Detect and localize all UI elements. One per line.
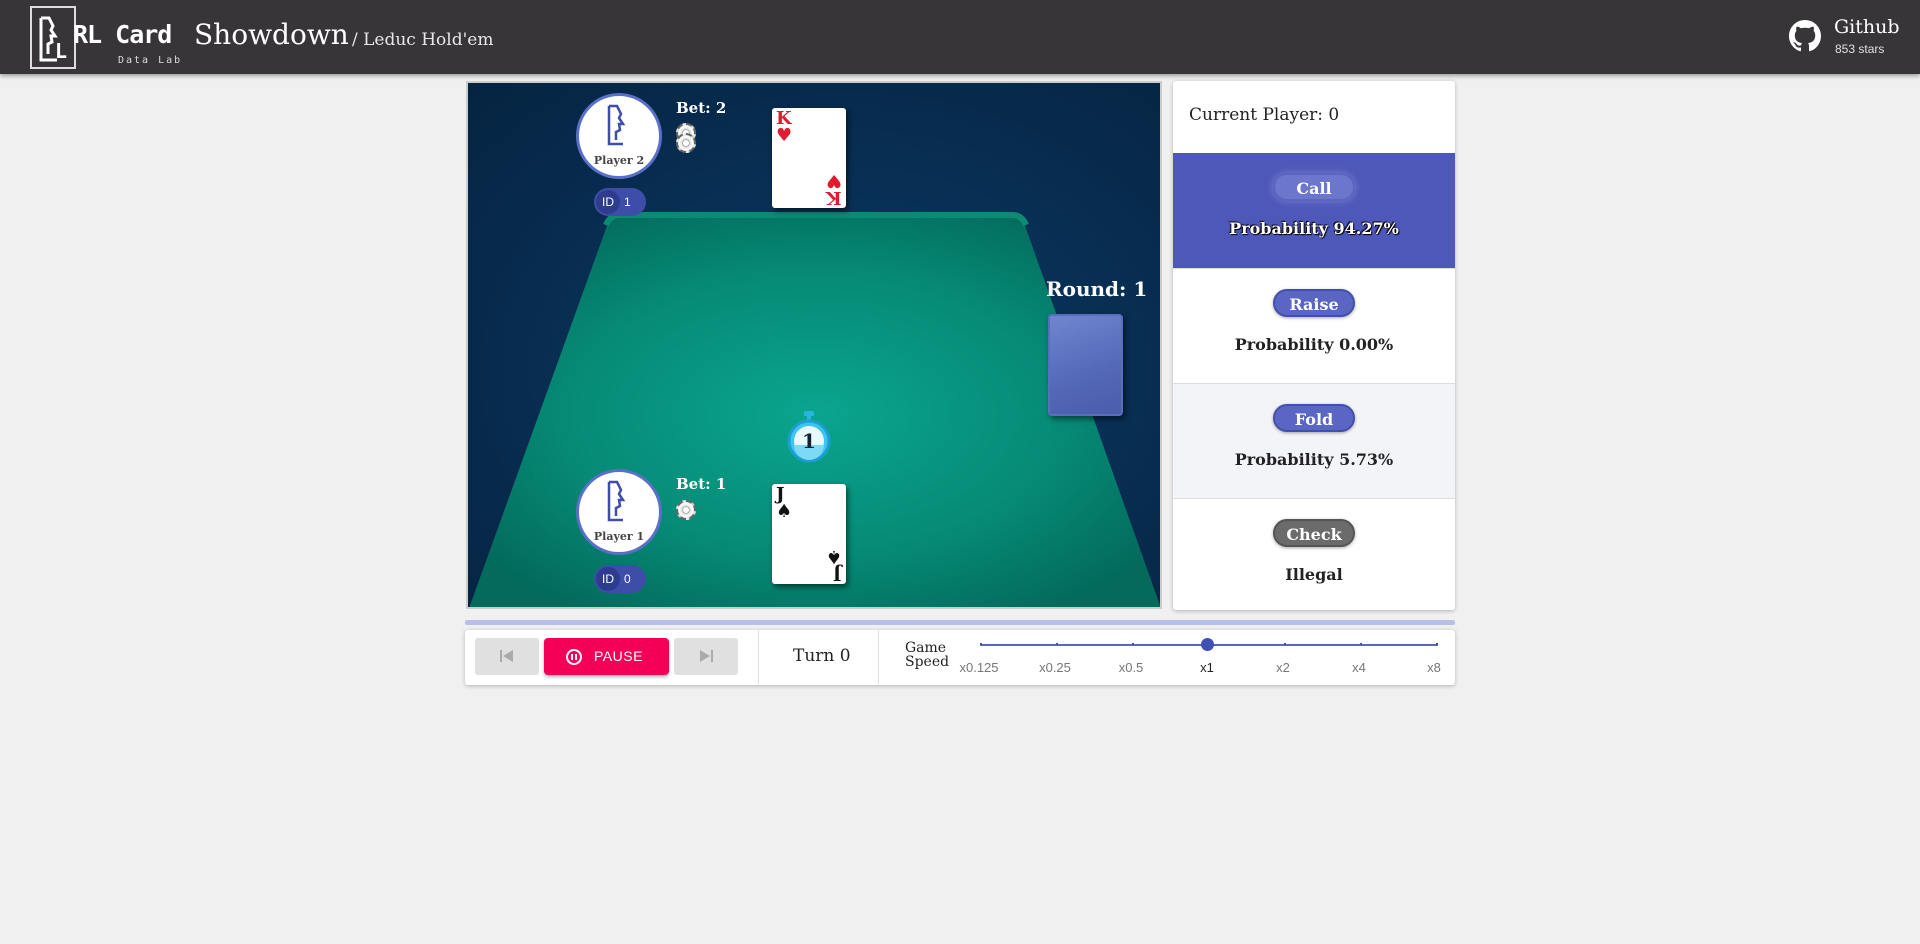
player-2-id-label: ID: [596, 190, 620, 214]
stopwatch-icon: 1: [787, 411, 831, 463]
game-speed-label: Game Speed: [905, 641, 949, 669]
svg-text:L: L: [55, 39, 67, 63]
fold-probability: Probability 5.73%: [1234, 450, 1394, 469]
speed-mark-1[interactable]: x1: [1200, 660, 1214, 675]
rlcard-logo[interactable]: L: [30, 6, 76, 69]
app-header: L RL Card Data Lab Showdown / Leduc Hold…: [0, 0, 1920, 74]
player-2-bet: Bet: 2: [676, 99, 727, 117]
previous-step-button[interactable]: [475, 638, 539, 675]
slider-tick: [1132, 643, 1134, 645]
speed-mark-05[interactable]: x0.5: [1119, 660, 1144, 675]
pause-icon: [566, 649, 582, 665]
card-rank: K: [826, 187, 842, 208]
speed-mark-4[interactable]: x4: [1352, 660, 1366, 675]
player-1-id-value: 0: [624, 572, 631, 586]
game-speed-thumb[interactable]: [1201, 638, 1214, 651]
divider: [878, 630, 879, 685]
raise-probability: Probability 0.00%: [1234, 335, 1394, 354]
check-probability: Illegal: [1285, 565, 1343, 584]
player-1-logo-icon: [607, 480, 626, 522]
slider-tick: [1360, 643, 1362, 645]
next-step-button[interactable]: [674, 638, 738, 675]
speed-mark-2[interactable]: x2: [1276, 660, 1290, 675]
current-player: Current Player: 0: [1189, 105, 1340, 125]
check-button[interactable]: Check: [1273, 519, 1355, 547]
replay-progress-bar[interactable]: [465, 620, 1455, 625]
call-button[interactable]: Call: [1273, 173, 1355, 201]
player-2-name: Player 2: [593, 154, 645, 167]
timer-value: 1: [802, 429, 816, 453]
heart-icon: ♥: [776, 125, 793, 146]
slider-tick: [1284, 643, 1286, 645]
player-2-avatar: Player 2: [576, 93, 662, 179]
speed-mark-0125[interactable]: x0.125: [959, 660, 998, 675]
divider: [758, 630, 759, 685]
pause-label: PAUSE: [594, 648, 643, 664]
speed-mark-025[interactable]: x0.25: [1039, 660, 1071, 675]
game-speed-label-line1: Game: [905, 640, 947, 656]
player-1-avatar: Player 1: [576, 469, 662, 555]
skip-next-icon: [700, 650, 713, 662]
game-board: Player 2 ID 1 Bet: 2 K ♥ ♥ K Round: 1 1 …: [466, 81, 1162, 609]
action-probability-panel: Current Player: 0 Call Probability 94.27…: [1173, 81, 1455, 610]
player-2-card: K ♥ ♥ K: [772, 108, 846, 208]
brand-sub: Data Lab: [118, 55, 183, 66]
github-link[interactable]: Github: [1834, 16, 1900, 38]
head-logo-icon: L: [39, 16, 67, 63]
player-2-logo-icon: [607, 104, 626, 146]
raise-button[interactable]: Raise: [1273, 289, 1355, 317]
card-rank: J: [833, 563, 842, 584]
player-2-id-badge: ID 1: [594, 188, 646, 216]
skip-previous-icon: [500, 650, 513, 662]
player-1-chip-icon: [676, 500, 696, 520]
round-label: Round: 1: [1046, 277, 1148, 301]
github-stars: 853 stars: [1835, 42, 1885, 56]
brand-name: RL Card: [73, 20, 172, 49]
action-fold: Fold Probability 5.73%: [1173, 383, 1455, 498]
github-icon[interactable]: [1789, 20, 1821, 52]
player-2-id-value: 1: [624, 195, 631, 209]
speed-mark-8[interactable]: x8: [1427, 660, 1441, 675]
game-speed-label-line2: Speed: [905, 654, 950, 670]
player-1-bet: Bet: 1: [676, 475, 727, 493]
spade-icon: ♠: [776, 501, 793, 522]
player-1-id-badge: ID 0: [594, 565, 646, 593]
slider-tick: [980, 643, 982, 645]
call-probability: Probability 94.27%: [1229, 219, 1399, 238]
slider-tick: [1056, 643, 1058, 645]
action-check: Check Illegal: [1173, 498, 1455, 610]
player-2-chip-icon: [676, 133, 696, 153]
fold-button[interactable]: Fold: [1273, 404, 1355, 432]
playback-controls: PAUSE Turn 0 Game Speed x0.125 x0.25 x0.…: [465, 630, 1455, 685]
player-1-id-label: ID: [596, 567, 620, 591]
slider-tick: [1436, 643, 1438, 645]
card-deck: [1048, 314, 1123, 416]
page-title: Showdown: [194, 18, 349, 51]
action-call: Call Probability 94.27%: [1173, 153, 1455, 268]
action-raise: Raise Probability 0.00%: [1173, 268, 1455, 383]
player-1-name: Player 1: [593, 530, 645, 543]
page-subtitle: / Leduc Hold'em: [352, 30, 494, 50]
player-1-card: J ♠ ♠ J: [772, 484, 846, 584]
turn-counter: Turn 0: [793, 646, 851, 666]
pause-button[interactable]: PAUSE: [544, 638, 669, 675]
